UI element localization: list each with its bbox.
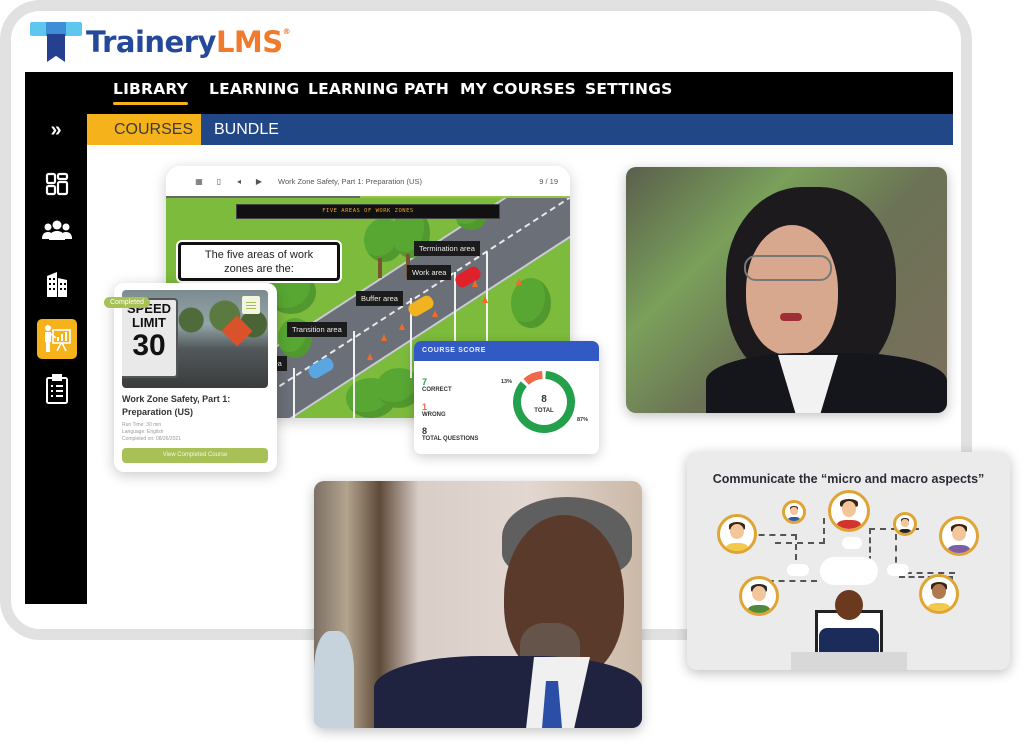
nav-settings[interactable]: SETTINGS — [585, 80, 672, 98]
desk — [791, 652, 907, 670]
course-card[interactable]: SPEED LIMIT 30 Completed Work Zone Safet… — [104, 283, 277, 472]
nav-learning-path[interactable]: LEARNING PATH — [308, 80, 449, 98]
video-thumbnail-speaker-woman[interactable] — [626, 167, 947, 413]
label-transition-area: Transition area — [287, 322, 347, 337]
correct-label: CORRECT — [422, 387, 452, 393]
wrong-value: 1 — [422, 402, 428, 412]
sidebar-item-assessments[interactable] — [37, 369, 77, 409]
glasses — [744, 255, 832, 281]
label-termination-area: Termination area — [414, 241, 480, 256]
tab-bundle[interactable]: BUNDLE — [201, 114, 293, 145]
tree-illustration — [511, 278, 551, 328]
video-thumbnail-communication-diagram[interactable]: Communicate the “micro and macro aspects… — [687, 452, 1010, 670]
registered-mark: ® — [282, 26, 291, 36]
cloud-icon — [820, 557, 878, 585]
score-donut-chart: 8 TOTAL — [513, 371, 575, 433]
document-icon[interactable]: ▯ — [212, 177, 226, 186]
dashboard-icon — [45, 172, 69, 196]
nav-library[interactable]: LIBRARY — [113, 80, 189, 105]
logo-mark-icon — [30, 20, 82, 64]
speaker-face — [746, 225, 838, 355]
completed-badge: Completed — [104, 297, 150, 308]
tab-courses[interactable]: COURSES — [87, 114, 201, 145]
avatar-man — [828, 490, 870, 532]
trainery-logo[interactable]: TraineryLMS® — [30, 18, 291, 66]
cloud-icon — [842, 537, 862, 549]
video-thumbnail-speaker-man[interactable] — [314, 481, 642, 728]
sidebar-item-organization[interactable] — [37, 264, 77, 304]
slide-banner: FIVE AREAS OF WORK ZONES — [236, 204, 500, 219]
course-title: Work Zone Safety, Part 1: Preparation (U… — [122, 394, 231, 417]
donut-total-value: 8 — [541, 394, 547, 405]
total-label: TOTAL QUESTIONS — [422, 436, 479, 442]
speaker-suit — [374, 656, 642, 728]
sidebar-item-dashboard[interactable] — [37, 164, 77, 204]
avatar-man — [739, 576, 779, 616]
completed-on: Completed on: 08/26/2021 — [122, 436, 181, 442]
correct-value: 7 — [422, 377, 428, 387]
intro-line-1: The five areas of work — [204, 249, 314, 261]
view-completed-course-button[interactable]: View Completed Course — [122, 448, 268, 463]
avatar-person — [893, 512, 917, 536]
users-icon — [42, 220, 72, 240]
sub-navigation: COURSES BUNDLE — [87, 114, 953, 145]
nav-learning[interactable]: LEARNING — [209, 80, 299, 98]
cloud-icon — [787, 564, 809, 576]
wrong-percent: 13% — [501, 379, 513, 385]
menu-icon[interactable]: ▦ — [192, 177, 206, 186]
building-icon — [47, 272, 67, 297]
correct-percent: 87% — [577, 417, 589, 423]
user-head — [835, 590, 863, 620]
wrong-stat: 1 WRONG — [422, 402, 446, 419]
label-buffer-area: Buffer area — [356, 291, 403, 306]
expand-sidebar-button[interactable]: » — [25, 118, 87, 142]
presentation-icon — [45, 325, 71, 352]
speed-limit-sign: SPEED LIMIT 30 — [122, 298, 178, 378]
sidebar-item-users[interactable] — [37, 210, 77, 250]
run-time: Run Time: 30 min — [122, 422, 162, 428]
donut-segment-wrong — [523, 371, 543, 385]
player-toolbar: ▦ ▯ ◂ ▶ Work Zone Safety, Part 1: Prepar… — [166, 166, 570, 196]
play-icon[interactable]: ▶ — [252, 177, 266, 186]
logo-text-trainery: Trainery — [86, 24, 216, 59]
avatar-woman — [717, 514, 757, 554]
language: Language: English — [122, 429, 164, 435]
sidebar-item-training[interactable] — [37, 319, 77, 359]
player-title: Work Zone Safety, Part 1: Preparation (U… — [278, 176, 422, 186]
wrong-label: WRONG — [422, 412, 446, 418]
sidebar: » — [25, 114, 87, 604]
cloud-icon — [887, 564, 909, 576]
label-work-area: Work area — [407, 265, 452, 280]
logo-text-lms: LMS — [215, 24, 283, 59]
page-counter: 9 / 19 — [539, 176, 558, 186]
donut-total-label: TOTAL — [534, 408, 554, 414]
avatar-woman — [939, 516, 979, 556]
previous-icon[interactable]: ◂ — [232, 177, 246, 186]
avatar-woman — [919, 574, 959, 614]
clipboard-icon — [46, 374, 68, 404]
nav-my-courses[interactable]: MY COURSES — [460, 80, 576, 98]
course-meta: Run Time: 30 min Language: English Compl… — [122, 422, 181, 443]
diagram-title: Communicate the “micro and macro aspects… — [712, 472, 985, 486]
total-value: 8 — [422, 426, 428, 436]
top-navigation: LIBRARY LEARNING LEARNING PATH MY COURSE… — [25, 72, 953, 114]
avatar-person — [782, 500, 806, 524]
correct-stat: 7 CORRECT — [422, 377, 452, 394]
slide-intro-box: The five areas of work zones are the: — [178, 242, 340, 281]
document-icon — [242, 296, 260, 314]
logo-text: TraineryLMS® — [86, 24, 291, 59]
course-score-card: COURSE SCORE 7 CORRECT 1 WRONG 8 TOTAL Q… — [414, 341, 599, 454]
score-card-title: COURSE SCORE — [414, 341, 599, 361]
total-stat: 8 TOTAL QUESTIONS — [422, 426, 478, 443]
intro-line-2: zones are the: — [224, 263, 294, 275]
